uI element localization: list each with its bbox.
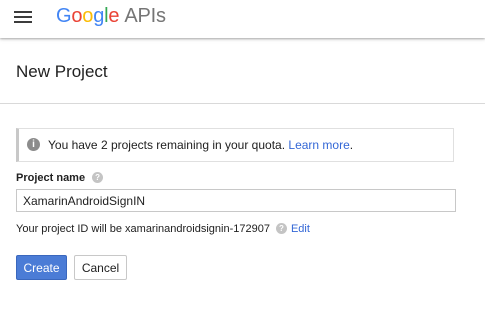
project-name-input[interactable] xyxy=(16,189,456,212)
google-logo-text: Google xyxy=(56,5,120,27)
quota-message-text: You have 2 projects remaining in your qu… xyxy=(48,138,286,152)
google-apis-logo[interactable]: Google APIs xyxy=(56,4,166,28)
logo-letter: G xyxy=(56,5,72,27)
header-divider xyxy=(0,103,485,104)
project-id-text: Your project ID will be xamarinandroidsi… xyxy=(16,223,270,235)
quota-message-period: . xyxy=(349,138,354,152)
help-icon[interactable]: ? xyxy=(92,171,104,183)
logo-letter: g xyxy=(93,5,105,27)
quota-info-banner: i You have 2 projects remaining in your … xyxy=(16,128,454,162)
quota-message: You have 2 projects remaining in your qu… xyxy=(48,138,353,152)
edit-project-id-link[interactable]: Edit xyxy=(291,223,310,235)
info-icon: i xyxy=(27,138,40,151)
logo-letter: o xyxy=(82,5,94,27)
top-app-bar: Google APIs xyxy=(0,0,485,38)
logo-letter: o xyxy=(71,5,83,27)
project-id-help-icon[interactable]: ? xyxy=(275,222,287,234)
logo-apis-text: APIs xyxy=(124,5,166,27)
project-id-line: Your project ID will be xamarinandroidsi… xyxy=(16,222,310,235)
cancel-button[interactable]: Cancel xyxy=(74,255,127,280)
hamburger-menu-icon[interactable] xyxy=(10,6,36,28)
logo-letter: e xyxy=(108,5,120,27)
page-title: New Project xyxy=(16,62,108,81)
create-button[interactable]: Create xyxy=(16,255,67,280)
learn-more-link[interactable]: Learn more xyxy=(288,138,349,152)
project-name-label-text: Project name xyxy=(16,172,86,184)
project-name-label: Project name? xyxy=(16,171,104,184)
